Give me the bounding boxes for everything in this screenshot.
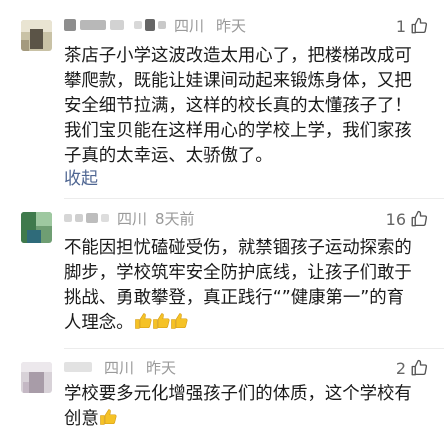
username-blurred (86, 213, 98, 223)
username-blurred (101, 214, 109, 222)
comment-item: 四川 8天前 16 不能因担忧磕碰受伤，就禁锢孩子运动探索的 脚步，学校筑牢安全… (0, 198, 444, 348)
comment-text-line: 不能因担忧磕碰受伤，就禁锢孩子运动探索的 (64, 238, 412, 258)
username-blurred (158, 21, 166, 29)
username-blurred (110, 20, 124, 30)
comment-text: 不能因担忧磕碰受伤，就禁锢孩子运动探索的 脚步，学校筑牢安全防护底线，让孩子们敢… (64, 236, 436, 336)
comment-text: 茶店子小学这波改造太用心了，把楼梯改成可 攀爬款，既能让娃课间动起来锻炼身体，又… (64, 44, 436, 169)
avatar[interactable] (21, 212, 52, 243)
username-blurred (64, 214, 72, 222)
thumbs-up-outline-icon (410, 359, 428, 377)
comment-text-line: 学校要多元化增强孩子们的体质，这个学校有 (64, 384, 412, 404)
comment-location: 四川 (104, 358, 135, 377)
comment-meta: 四川 8天前 (64, 208, 195, 228)
comment-time: 昨天 (146, 358, 177, 377)
comment-time: 8天前 (155, 209, 195, 228)
thumbs-up-emoji-icon (152, 313, 170, 329)
comment-location: 四川 (174, 16, 205, 35)
username-blurred (145, 19, 155, 31)
comment-text-line: 人理念。 (64, 313, 134, 333)
comment-text-line: 攀爬款，既能让娃课间动起来锻炼身体，又把 (64, 71, 412, 91)
like-count: 2 (395, 358, 406, 378)
comment-text-line: 创意 (64, 409, 99, 429)
comment-text-line: 挑战、勇敢攀登，真正践行“”健康第一”的育 (64, 288, 405, 308)
comment-text-line: 茶店子小学这波改造太用心了，把楼梯改成可 (64, 46, 412, 66)
comment-location: 四川 (117, 209, 148, 228)
avatar[interactable] (21, 362, 52, 393)
comment-meta: 四川 昨天 (64, 15, 246, 35)
thumbs-up-outline-icon (410, 17, 428, 35)
thumbs-up-emoji-icon (170, 313, 188, 329)
thumbs-up-outline-icon (410, 210, 428, 228)
comment-text-line: 创意 (64, 407, 436, 432)
comment-item: 四川 昨天 2 学校要多元化增强孩子们的体质，这个学校有 创意 (0, 348, 444, 435)
thumbs-up-emoji-icon (134, 313, 152, 329)
username-blurred (75, 214, 83, 222)
comment-time: 昨天 (216, 16, 247, 35)
comment-meta: 四川 昨天 (64, 357, 176, 377)
comment-text-line: 我们宝贝能在这样用心的学校上学，我们家孩 (64, 121, 412, 141)
username-blurred (64, 362, 92, 372)
comment-text-line: 子真的太幸运、太骄傲了。 (64, 146, 273, 166)
comment-text-line: 脚步，学校筑牢安全防护底线，让孩子们敢于 (64, 263, 412, 283)
like-button[interactable]: 1 (396, 15, 428, 37)
comment-text-line: 人理念。 (64, 311, 436, 336)
like-count: 1 (395, 16, 406, 36)
username-blurred (64, 19, 76, 31)
like-button[interactable]: 16 (386, 208, 428, 230)
avatar[interactable] (21, 20, 52, 51)
comment-text: 学校要多元化增强孩子们的体质，这个学校有 创意 (64, 382, 436, 432)
like-count: 16 (385, 209, 406, 229)
username-blurred (80, 20, 106, 30)
collapse-button[interactable]: 收起 (64, 164, 98, 189)
comment-text-line: 安全细节拉满，这样的校长真的太懂孩子了！ (64, 96, 412, 116)
like-button[interactable]: 2 (396, 357, 428, 379)
thumbs-up-emoji-icon (99, 409, 117, 425)
username-blurred (134, 21, 142, 29)
comment-item: 四川 昨天 1 茶店子小学这波改造太用心了，把楼梯改成可 攀爬款，既能让娃课间动… (0, 0, 444, 195)
